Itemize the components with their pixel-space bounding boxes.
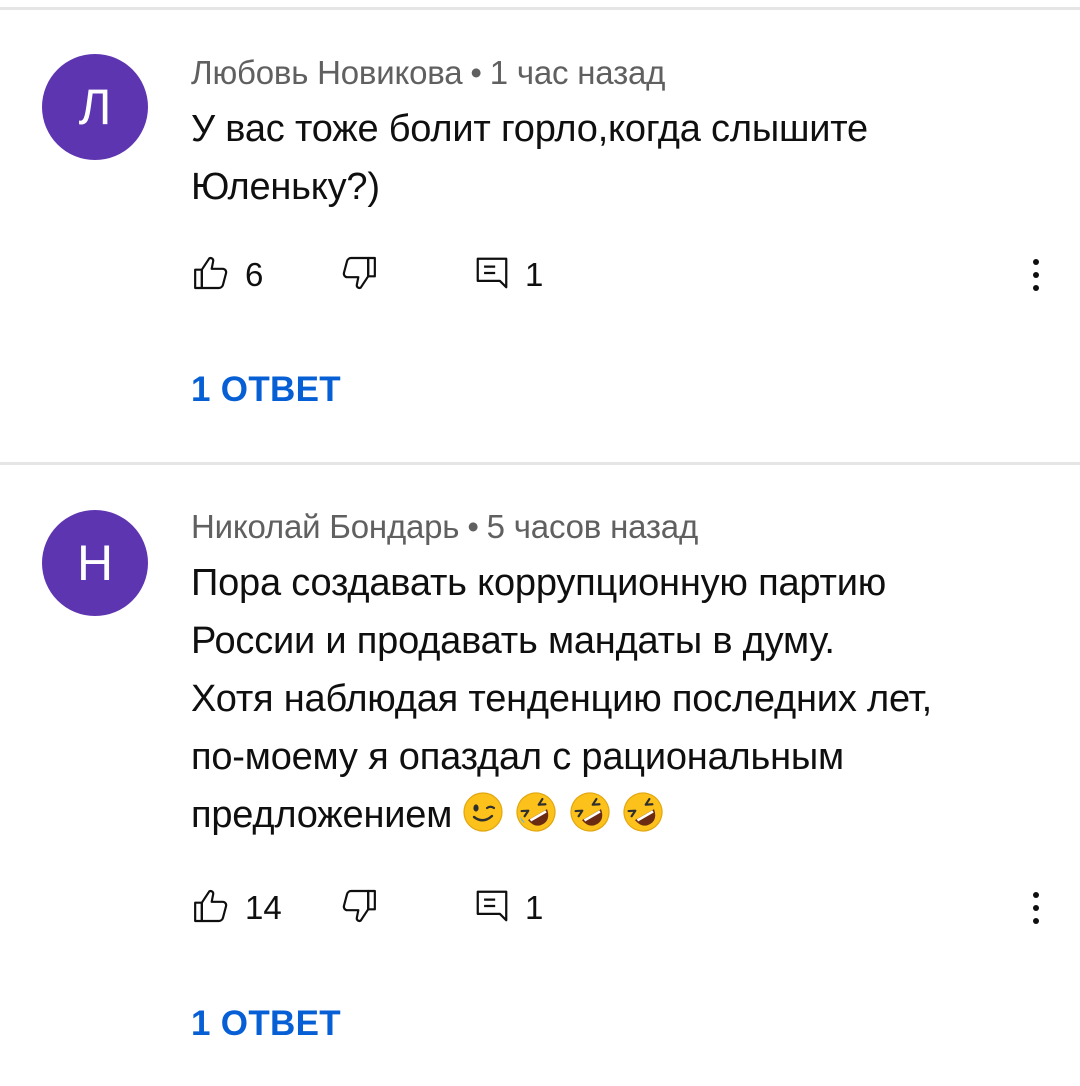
comment-meta: Николай Бондарь • 5 часов назад (191, 508, 698, 546)
comment-icon (473, 253, 511, 298)
rolling-laughing-emoji-icon (570, 792, 610, 832)
meta-separator: • (467, 508, 479, 545)
author-name[interactable]: Николай Бондарь (191, 508, 460, 545)
comment-divider (0, 462, 1080, 465)
comment-text-line: России и продавать мандаты в думу. (191, 620, 835, 662)
like-count: 14 (245, 889, 282, 926)
dislike-button[interactable] (339, 250, 379, 300)
comment-text-line-last: предложением (191, 786, 1031, 850)
reply-count: 1 (525, 889, 544, 926)
comment-actions: 14 1 (191, 883, 1051, 933)
rolling-laughing-emoji-icon (516, 792, 557, 832)
more-vertical-icon[interactable] (1021, 883, 1051, 933)
reply-count: 1 (525, 256, 544, 293)
dislike-button[interactable] (339, 883, 379, 933)
comment-text-line: по-моему я опаздал с рациональным (191, 736, 844, 778)
comment-actions: 6 1 (191, 250, 1051, 300)
comment-text-line: Юленьку?) (191, 166, 380, 208)
comment-icon (473, 886, 511, 931)
rolling-laughing-emoji-icon (623, 792, 663, 832)
comment-text: Пора создавать коррупционную партию Росс… (191, 554, 1031, 850)
like-button[interactable]: 14 (191, 883, 282, 933)
meta-separator: • (470, 54, 482, 91)
comment-text-line: Пора создавать коррупционную партию (191, 562, 887, 604)
emoji-group (462, 791, 665, 850)
comment-text-line: предложением (191, 794, 453, 836)
thumb-down-icon (339, 253, 379, 298)
avatar[interactable]: Н (42, 510, 148, 616)
reply-button[interactable]: 1 (473, 250, 543, 300)
comment-text: У вас тоже болит горло,когда слышите Юле… (191, 100, 1031, 216)
reply-button[interactable]: 1 (473, 883, 543, 933)
avatar-letter: Л (78, 79, 112, 135)
comment-time[interactable]: 5 часов назад (487, 508, 699, 545)
view-replies-button[interactable]: 1 ОТВЕТ (191, 1004, 341, 1044)
avatar[interactable]: Л (42, 54, 148, 160)
thumb-up-icon (191, 886, 231, 931)
view-replies-button[interactable]: 1 ОТВЕТ (191, 370, 341, 410)
comment-text-line: Хотя наблюдая тенденцию последних лет, (191, 678, 932, 720)
thumb-down-icon (339, 886, 379, 931)
winking-face-emoji-icon (463, 792, 503, 832)
comment-meta: Любовь Новикова • 1 час назад (191, 54, 665, 92)
like-button[interactable]: 6 (191, 250, 263, 300)
top-divider (0, 7, 1080, 10)
thumb-up-icon (191, 253, 231, 298)
avatar-letter: Н (76, 535, 114, 591)
comment-time[interactable]: 1 час назад (490, 54, 666, 91)
more-vertical-icon[interactable] (1021, 250, 1051, 300)
like-count: 6 (245, 256, 264, 293)
author-name[interactable]: Любовь Новикова (191, 54, 463, 91)
comment-text-line: У вас тоже болит горло,когда слышите (191, 108, 868, 150)
